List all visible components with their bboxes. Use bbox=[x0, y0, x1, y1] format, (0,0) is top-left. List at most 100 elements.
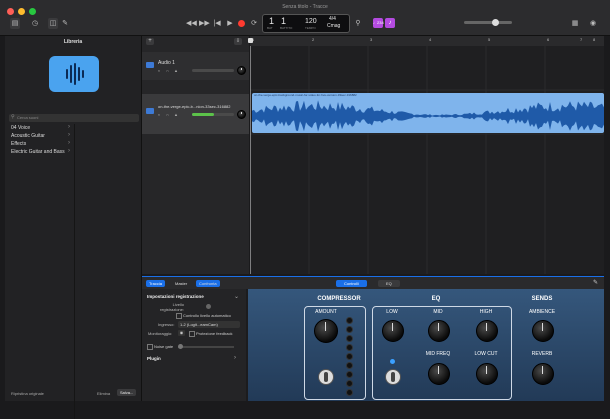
play-icon[interactable]: ▶ bbox=[225, 18, 235, 29]
input-select[interactable]: 1-2 (Logit...eamCam) bbox=[178, 321, 240, 328]
eq-low-cut-knob[interactable] bbox=[476, 363, 498, 385]
save-button[interactable]: Salva... bbox=[117, 389, 137, 396]
delete-button[interactable]: Elimina bbox=[97, 391, 110, 396]
chevron-right-icon[interactable]: › bbox=[234, 355, 236, 361]
audio-region[interactable]: on-the-verge-epic-background-music-for-v… bbox=[252, 93, 604, 133]
track-volume-slider[interactable] bbox=[192, 113, 234, 116]
meter-led bbox=[346, 344, 353, 351]
help-icon[interactable]: ◷ bbox=[30, 18, 40, 29]
knob-indicator bbox=[392, 323, 393, 331]
go-to-start-icon[interactable]: |◀ bbox=[212, 18, 222, 29]
eq-toggle[interactable] bbox=[385, 369, 401, 385]
knob-indicator bbox=[241, 111, 243, 115]
meter-led bbox=[346, 389, 353, 396]
tab-traccia[interactable]: Traccia bbox=[146, 280, 165, 287]
library-category[interactable]: Electric Guitar and Bass bbox=[11, 149, 65, 155]
master-volume-thumb[interactable] bbox=[492, 19, 499, 26]
tab-master[interactable]: Master bbox=[172, 280, 190, 287]
ruler-mark: 7 bbox=[580, 37, 583, 42]
lcd-display[interactable]: 1 1 BAT BATTITO 120 TEMPO 4/4 Cmag bbox=[262, 14, 350, 33]
meter-led bbox=[346, 326, 353, 333]
mute-icon[interactable]: ◐ bbox=[158, 68, 160, 73]
chevron-down-icon[interactable]: ⌄ bbox=[234, 293, 239, 300]
smart-controls-icon[interactable]: ◫ bbox=[48, 18, 58, 29]
toggle-lever bbox=[391, 372, 395, 382]
reverb-knob[interactable] bbox=[532, 363, 554, 385]
search-icon: ⚲ bbox=[11, 114, 15, 120]
track-volume-slider[interactable] bbox=[192, 69, 234, 72]
ruler-mark: 3 bbox=[370, 37, 373, 42]
plugin-label[interactable]: Plugin bbox=[147, 356, 161, 361]
headphones-icon[interactable]: ∩ bbox=[166, 68, 169, 73]
tab-confronta[interactable]: Confronta bbox=[196, 280, 220, 287]
library-category[interactable]: Acoustic Guitar bbox=[11, 133, 45, 139]
library-search-input[interactable]: ⚲ Cerca suoni bbox=[9, 114, 139, 122]
add-track-icon[interactable]: + bbox=[146, 38, 154, 45]
amount-knob[interactable] bbox=[314, 319, 338, 343]
toggle-lever bbox=[324, 372, 328, 382]
auto-level-checkbox[interactable] bbox=[176, 313, 182, 319]
arrange-area[interactable] bbox=[250, 46, 604, 274]
recording-settings-title: Impostazioni registrazione bbox=[147, 294, 204, 299]
tab-eq[interactable]: EQ bbox=[378, 280, 400, 287]
lcd-tempo: 120 bbox=[305, 18, 317, 25]
revert-button[interactable]: Ripristina originale bbox=[11, 391, 44, 396]
eq-mid-freq-knob[interactable] bbox=[428, 363, 450, 385]
noise-gate-slider[interactable] bbox=[178, 344, 234, 349]
knob-indicator bbox=[542, 323, 543, 331]
feedback-checkbox[interactable] bbox=[189, 331, 195, 337]
pencil-icon[interactable]: ✎ bbox=[593, 279, 598, 286]
track-pan-knob[interactable] bbox=[237, 66, 246, 75]
catch-playhead-icon[interactable]: ⇩ bbox=[234, 38, 242, 45]
lock-icon[interactable]: ▲ bbox=[174, 112, 178, 117]
compressor-title: COMPRESSOR bbox=[317, 296, 361, 302]
eq-high-knob[interactable] bbox=[476, 320, 498, 342]
notepad-icon[interactable]: ▦ bbox=[570, 18, 580, 29]
track-row[interactable]: Audio 1 ◐ ∩ ▲ bbox=[142, 52, 249, 80]
library-icon[interactable]: ▤ bbox=[10, 18, 20, 29]
track-pan-knob[interactable] bbox=[237, 110, 246, 119]
lcd-tempo-label: TEMPO bbox=[305, 26, 316, 30]
record-button[interactable] bbox=[238, 20, 245, 27]
editors-icon[interactable]: ✎ bbox=[60, 18, 70, 29]
reverb-label: REVERB bbox=[531, 351, 553, 357]
mute-icon[interactable]: ◐ bbox=[158, 112, 160, 117]
eq-mid-knob[interactable] bbox=[428, 320, 450, 342]
noise-gate-checkbox[interactable] bbox=[147, 344, 153, 350]
headphones-icon[interactable]: ∩ bbox=[166, 112, 169, 117]
knob-indicator bbox=[542, 366, 543, 374]
playhead-icon[interactable] bbox=[248, 38, 253, 43]
loop-browser-icon[interactable]: ◉ bbox=[588, 18, 598, 29]
ruler-mark: 6 bbox=[547, 37, 550, 42]
noise-gate-thumb[interactable] bbox=[178, 344, 183, 349]
compressor-toggle[interactable] bbox=[318, 369, 334, 385]
lock-icon[interactable]: ▲ bbox=[174, 68, 178, 73]
library-category[interactable]: 04 Voice bbox=[11, 125, 30, 131]
tab-controlli[interactable]: Controlli bbox=[336, 280, 367, 287]
level-knob[interactable] bbox=[206, 304, 211, 309]
meter-led bbox=[346, 317, 353, 324]
volume-meter bbox=[192, 113, 214, 116]
waveform-icon bbox=[49, 56, 99, 92]
track-headers: + ⇩ Audio 1 ◐ ∩ ▲ on-the-verge-epic-b...… bbox=[142, 36, 249, 274]
metronome-icon[interactable]: ♪ bbox=[385, 18, 395, 28]
inspector-panel: Impostazioni registrazione ⌄ Livello reg… bbox=[142, 289, 246, 401]
fast-forward-icon[interactable]: ▶▶ bbox=[199, 18, 210, 29]
eq-mid-freq-label: MID FREQ bbox=[425, 351, 451, 357]
noise-gate-label: Noise gate bbox=[154, 344, 174, 349]
monitor-icon[interactable]: ◉ bbox=[178, 330, 185, 336]
master-volume-slider[interactable] bbox=[464, 19, 512, 26]
ruler-mark: 4 bbox=[429, 37, 432, 42]
rewind-icon[interactable]: ◀◀ bbox=[186, 18, 197, 29]
count-in-badge[interactable]: ♩234 bbox=[373, 18, 384, 28]
ambience-knob[interactable] bbox=[532, 320, 554, 342]
knob-indicator bbox=[241, 67, 243, 71]
cycle-icon[interactable]: ⟳ bbox=[249, 18, 259, 29]
track-name: on-the-verge-epic-b...nion-33sec-316882 bbox=[158, 104, 231, 109]
track-row[interactable]: on-the-verge-epic-b...nion-33sec-316882 … bbox=[142, 94, 249, 134]
eq-low-knob[interactable] bbox=[382, 320, 404, 342]
window-title: Senza titolo - Tracce bbox=[282, 4, 328, 10]
library-category[interactable]: Effects bbox=[11, 141, 26, 147]
track-icon bbox=[146, 62, 154, 68]
tuner-icon[interactable]: ⚲ bbox=[353, 18, 363, 29]
